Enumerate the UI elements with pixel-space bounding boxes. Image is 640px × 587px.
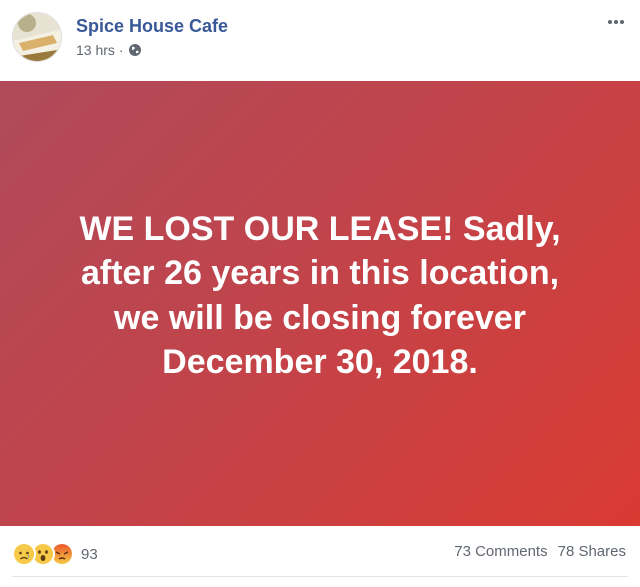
banner-line: we will be closing forever xyxy=(114,298,526,337)
more-options-icon[interactable] xyxy=(604,12,628,32)
meta-separator: · xyxy=(118,42,124,58)
footer-divider xyxy=(12,576,628,577)
shares-count-link[interactable]: 78 Shares xyxy=(558,543,626,560)
sad-reaction-icon xyxy=(12,542,36,566)
post-meta: 13 hrs · xyxy=(76,42,142,58)
page-name-link[interactable]: Spice House Cafe xyxy=(76,16,228,37)
post-timestamp[interactable]: 13 hrs xyxy=(76,42,115,58)
globe-icon[interactable] xyxy=(128,43,142,57)
banner-line: December 30, 2018. xyxy=(162,342,478,381)
reaction-count[interactable]: 93 xyxy=(81,546,98,563)
banner-line: WE LOST OUR LEASE! Sadly, xyxy=(79,210,561,249)
post-text-banner[interactable]: WE LOST OUR LEASE! Sadly, after 26 years… xyxy=(0,81,640,526)
engagement-stats: 73 Comments 78 Shares xyxy=(454,543,626,560)
comments-count-link[interactable]: 73 Comments xyxy=(454,543,547,560)
banner-line: after 26 years in this location, xyxy=(80,254,560,293)
reactions-summary[interactable]: 93 xyxy=(12,542,98,566)
page-avatar[interactable] xyxy=(12,12,62,62)
post-header: Spice House Cafe 13 hrs · xyxy=(0,0,640,80)
post-footer: 93 73 Comments 78 Shares xyxy=(0,526,640,587)
banner-text: WE LOST OUR LEASE! Sadly, after 26 years… xyxy=(50,207,590,384)
